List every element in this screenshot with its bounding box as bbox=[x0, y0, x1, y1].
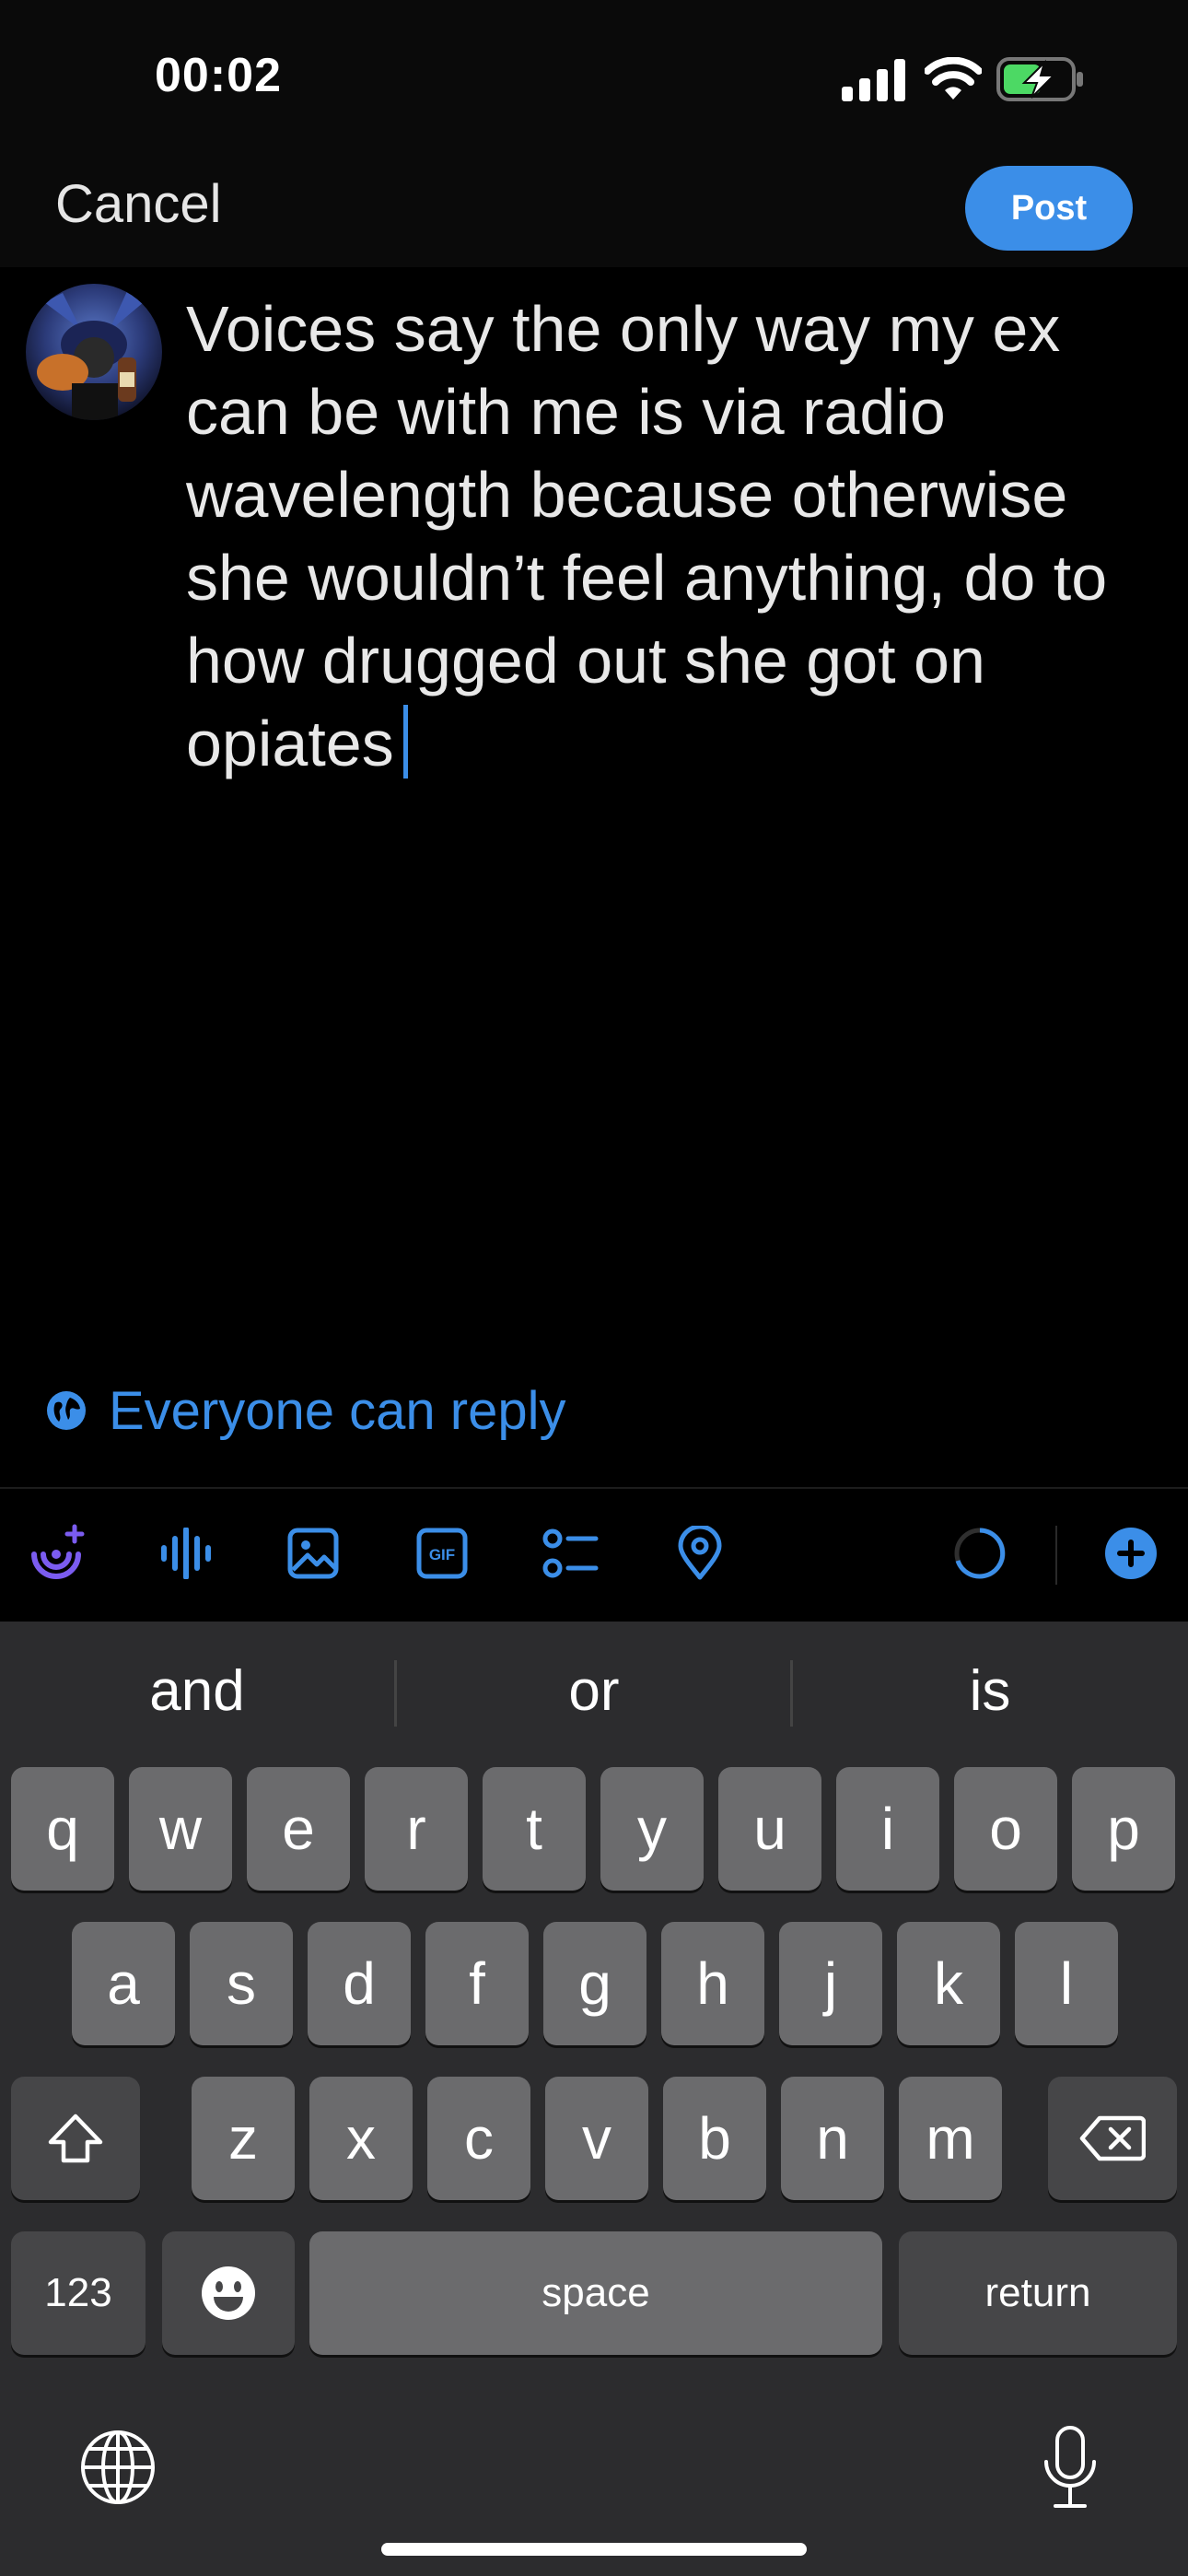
home-indicator bbox=[381, 2543, 807, 2556]
character-count bbox=[947, 1520, 1013, 1587]
battery-charging-icon bbox=[996, 57, 1083, 101]
key-p[interactable]: p bbox=[1072, 1767, 1175, 1891]
text-cursor bbox=[402, 705, 408, 779]
return-key[interactable]: return bbox=[899, 2231, 1177, 2355]
key-i[interactable]: i bbox=[836, 1767, 939, 1891]
emoji-key[interactable] bbox=[162, 2231, 295, 2355]
key-z[interactable]: z bbox=[192, 2077, 295, 2200]
language-globe-icon bbox=[81, 2430, 155, 2504]
wifi-icon bbox=[925, 57, 982, 100]
add-voice-button[interactable] bbox=[24, 1520, 90, 1587]
key-c[interactable]: c bbox=[427, 2077, 530, 2200]
microphone-icon bbox=[1044, 2426, 1096, 2508]
suggestion-is[interactable]: is bbox=[793, 1658, 1187, 1730]
add-thread-icon bbox=[1105, 1528, 1157, 1579]
emoji-icon bbox=[202, 2266, 255, 2320]
suggestion-or[interactable]: or bbox=[397, 1658, 791, 1730]
reply-setting[interactable]: Everyone can reply bbox=[46, 1378, 565, 1443]
cancel-button[interactable]: Cancel bbox=[55, 173, 222, 235]
dictation-button[interactable] bbox=[1024, 2419, 1116, 2515]
language-button[interactable] bbox=[74, 2423, 162, 2512]
key-v[interactable]: v bbox=[545, 2077, 648, 2200]
key-j[interactable]: j bbox=[779, 1922, 882, 2045]
image-button[interactable] bbox=[280, 1520, 346, 1587]
reply-setting-label: Everyone can reply bbox=[109, 1380, 566, 1441]
key-x[interactable]: x bbox=[309, 2077, 413, 2200]
key-m[interactable]: m bbox=[899, 2077, 1002, 2200]
key-y[interactable]: y bbox=[600, 1767, 704, 1891]
post-text: Voices say the only way my ex can be wit… bbox=[186, 293, 1108, 779]
audio-waveform-icon bbox=[161, 1528, 211, 1579]
key-e[interactable]: e bbox=[247, 1767, 350, 1891]
space-key[interactable]: space bbox=[309, 2231, 882, 2355]
toolbar-separator bbox=[1055, 1526, 1057, 1585]
poll-button[interactable] bbox=[538, 1520, 604, 1587]
backspace-key[interactable] bbox=[1048, 2077, 1177, 2200]
key-n[interactable]: n bbox=[781, 2077, 884, 2200]
location-icon bbox=[678, 1526, 722, 1580]
key-h[interactable]: h bbox=[661, 1922, 764, 2045]
backspace-icon bbox=[1079, 2115, 1146, 2161]
avatar[interactable] bbox=[26, 284, 162, 420]
svg-text:GIF: GIF bbox=[429, 1546, 455, 1563]
key-a[interactable]: a bbox=[72, 1922, 175, 2045]
post-text-input[interactable]: Voices say the only way my ex can be wit… bbox=[186, 287, 1162, 785]
key-f[interactable]: f bbox=[425, 1922, 529, 2045]
key-u[interactable]: u bbox=[718, 1767, 821, 1891]
key-b[interactable]: b bbox=[663, 2077, 766, 2200]
audio-button[interactable] bbox=[153, 1520, 219, 1587]
key-d[interactable]: d bbox=[308, 1922, 411, 2045]
suggestion-and[interactable]: and bbox=[0, 1658, 394, 1730]
status-time: 00:02 bbox=[155, 49, 282, 102]
key-o[interactable]: o bbox=[954, 1767, 1057, 1891]
gif-button[interactable]: GIF bbox=[409, 1520, 475, 1587]
shift-icon bbox=[48, 2113, 103, 2163]
key-t[interactable]: t bbox=[483, 1767, 586, 1891]
image-icon bbox=[287, 1528, 339, 1579]
globe-icon bbox=[47, 1391, 86, 1430]
key-q[interactable]: q bbox=[11, 1767, 114, 1891]
toolbar-divider bbox=[0, 1487, 1188, 1489]
key-r[interactable]: r bbox=[365, 1767, 468, 1891]
shift-key[interactable] bbox=[11, 2077, 140, 2200]
poll-icon bbox=[542, 1528, 599, 1578]
key-l[interactable]: l bbox=[1015, 1922, 1118, 2045]
key-s[interactable]: s bbox=[190, 1922, 293, 2045]
key-w[interactable]: w bbox=[129, 1767, 232, 1891]
add-voice-icon bbox=[31, 1524, 85, 1579]
cellular-signal-icon bbox=[842, 59, 905, 101]
location-button[interactable] bbox=[667, 1520, 733, 1587]
character-count-ring-icon bbox=[954, 1528, 1006, 1579]
numbers-key[interactable]: 123 bbox=[11, 2231, 146, 2355]
add-thread-button[interactable] bbox=[1098, 1520, 1164, 1587]
key-k[interactable]: k bbox=[897, 1922, 1000, 2045]
key-g[interactable]: g bbox=[543, 1922, 646, 2045]
gif-icon: GIF bbox=[416, 1528, 468, 1579]
post-button[interactable]: Post bbox=[965, 166, 1133, 251]
